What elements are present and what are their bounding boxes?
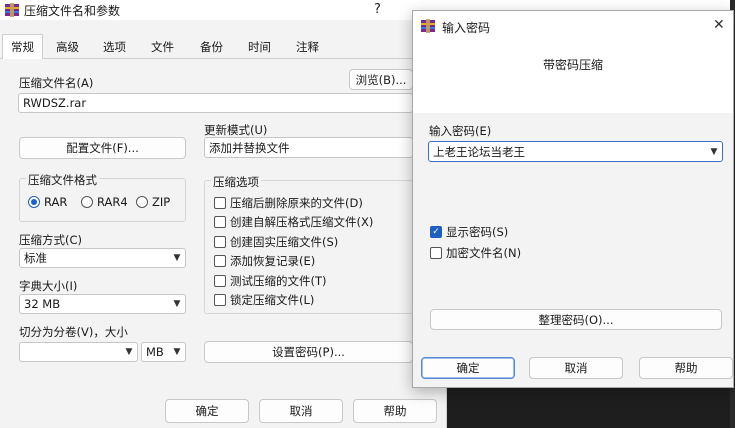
dict-value: 32 MB [24, 297, 61, 311]
encrypt-names-label: 加密文件名(N) [446, 246, 522, 260]
option-solid-checkbox [214, 236, 226, 248]
browse-button[interactable]: 浏览(B)... [349, 69, 413, 90]
split-label: 切分为分卷(V)，大小 [19, 325, 128, 339]
tab-comment[interactable]: 注释 [288, 36, 327, 58]
radio-format-rar4[interactable]: RAR4 [81, 195, 128, 209]
show-password-check-indicator: ✓ [430, 226, 442, 238]
option-delete-after-checkbox [214, 197, 226, 209]
option-lock-checkbox [214, 294, 226, 306]
archive-name-label: 压缩文件名(A) [19, 76, 94, 90]
dict-label: 字典大小(I) [19, 279, 78, 293]
option-lock-label: 锁定压缩文件(L) [230, 293, 315, 307]
option-delete-after[interactable]: 压缩后删除原来的文件(D) [214, 195, 363, 211]
set-password-button[interactable]: 设置密码(P)... [204, 341, 413, 363]
password-label: 输入密码(E) [429, 124, 492, 138]
option-recovery-label: 添加恢复记录(E) [230, 254, 316, 268]
option-lock[interactable]: 锁定压缩文件(L) [214, 292, 314, 308]
tab-strip-border [0, 58, 447, 59]
update-mode-label: 更新模式(U) [204, 123, 268, 137]
chevron-down-icon: ▼ [173, 347, 181, 357]
password-dialog: 输入密码 ✕ 带密码压缩 输入密码(E) 上老王论坛当老王 ▼ ✓ 显示密码(S… [412, 10, 734, 388]
update-mode-value: 添加并替换文件 [209, 140, 290, 155]
main-window-title: 压缩文件名和参数 [24, 4, 121, 18]
method-select[interactable]: 标准 ▼ [19, 248, 186, 268]
split-size-select[interactable]: ▼ [19, 342, 138, 362]
tab-general[interactable]: 常规 [2, 34, 43, 59]
option-solid-label: 创建固实压缩文件(S) [230, 235, 339, 249]
password-input[interactable]: 上老王论坛当老王 ▼ [428, 141, 723, 162]
tab-time[interactable]: 时间 [240, 36, 279, 58]
tab-options[interactable]: 选项 [95, 36, 134, 58]
dict-select[interactable]: 32 MB ▼ [19, 294, 186, 314]
radio-rar4-indicator [81, 196, 93, 208]
chevron-down-icon[interactable]: ▼ [706, 147, 722, 157]
dialog-help-button[interactable]: 帮助 [639, 357, 733, 379]
method-label: 压缩方式(C) [19, 233, 83, 247]
dialog-heading-panel [413, 41, 733, 113]
radio-zip-label: ZIP [152, 195, 171, 209]
winrar-app-icon [4, 2, 20, 18]
archive-name-input[interactable]: RWDSZ.rar [18, 93, 413, 113]
close-icon[interactable]: ✕ [713, 17, 725, 33]
main-help-button[interactable]: 帮助 [353, 399, 437, 423]
option-recovery[interactable]: 添加恢复记录(E) [214, 253, 315, 269]
show-password-checkbox[interactable]: ✓ 显示密码(S) [430, 224, 508, 240]
chevron-down-icon: ▼ [125, 347, 133, 357]
tab-advanced[interactable]: 高级 [48, 36, 87, 58]
option-recovery-checkbox [214, 255, 226, 267]
help-question-icon[interactable]: ? [374, 2, 381, 17]
method-value: 标准 [24, 251, 47, 265]
tab-files[interactable]: 文件 [143, 36, 182, 58]
option-sfx-checkbox [214, 216, 226, 228]
chevron-down-icon: ▼ [173, 253, 181, 263]
dialog-ok-button[interactable]: 确定 [421, 357, 515, 379]
option-sfx[interactable]: 创建自解压格式压缩文件(X) [214, 214, 373, 230]
main-cancel-button[interactable]: 取消 [259, 399, 343, 423]
option-test-checkbox [214, 275, 226, 287]
main-ok-button[interactable]: 确定 [165, 399, 249, 423]
profiles-button[interactable]: 配置文件(F)... [19, 137, 186, 159]
dialog-title: 输入密码 [442, 21, 491, 35]
radio-zip-indicator [136, 196, 148, 208]
option-test[interactable]: 测试压缩的文件(T) [214, 273, 327, 289]
format-group-label: 压缩文件格式 [26, 172, 99, 188]
password-value: 上老王论坛当老王 [433, 144, 525, 159]
option-sfx-label: 创建自解压格式压缩文件(X) [230, 215, 374, 229]
main-window: 压缩文件名和参数 ? 常规 高级 选项 文件 备份 时间 注释 压缩文件名(A)… [0, 0, 447, 428]
option-delete-after-label: 压缩后删除原来的文件(D) [230, 196, 363, 210]
organize-passwords-button[interactable]: 整理密码(O)... [430, 309, 722, 330]
option-solid[interactable]: 创建固实压缩文件(S) [214, 234, 338, 250]
radio-format-rar[interactable]: RAR [28, 195, 67, 209]
encrypt-names-check-indicator [430, 247, 442, 259]
radio-format-zip[interactable]: ZIP [136, 195, 170, 209]
option-test-label: 测试压缩的文件(T) [230, 274, 327, 288]
dialog-cancel-button[interactable]: 取消 [529, 357, 623, 379]
update-mode-select[interactable]: 添加并替换文件 [204, 137, 413, 158]
split-unit-value: MB [146, 345, 164, 359]
radio-rar-label: RAR [44, 195, 68, 209]
split-unit-select[interactable]: MB ▼ [141, 342, 186, 362]
radio-rar4-label: RAR4 [97, 195, 128, 209]
desktop-background [447, 388, 735, 428]
tab-backup[interactable]: 备份 [192, 36, 231, 58]
radio-rar-indicator [28, 196, 40, 208]
chevron-down-icon: ▼ [173, 299, 181, 309]
encrypt-names-checkbox[interactable]: 加密文件名(N) [430, 245, 521, 261]
show-password-label: 显示密码(S) [446, 225, 509, 239]
options-group-label: 压缩选项 [211, 174, 261, 190]
dialog-app-icon [420, 18, 436, 34]
dialog-heading: 带密码压缩 [542, 58, 603, 72]
